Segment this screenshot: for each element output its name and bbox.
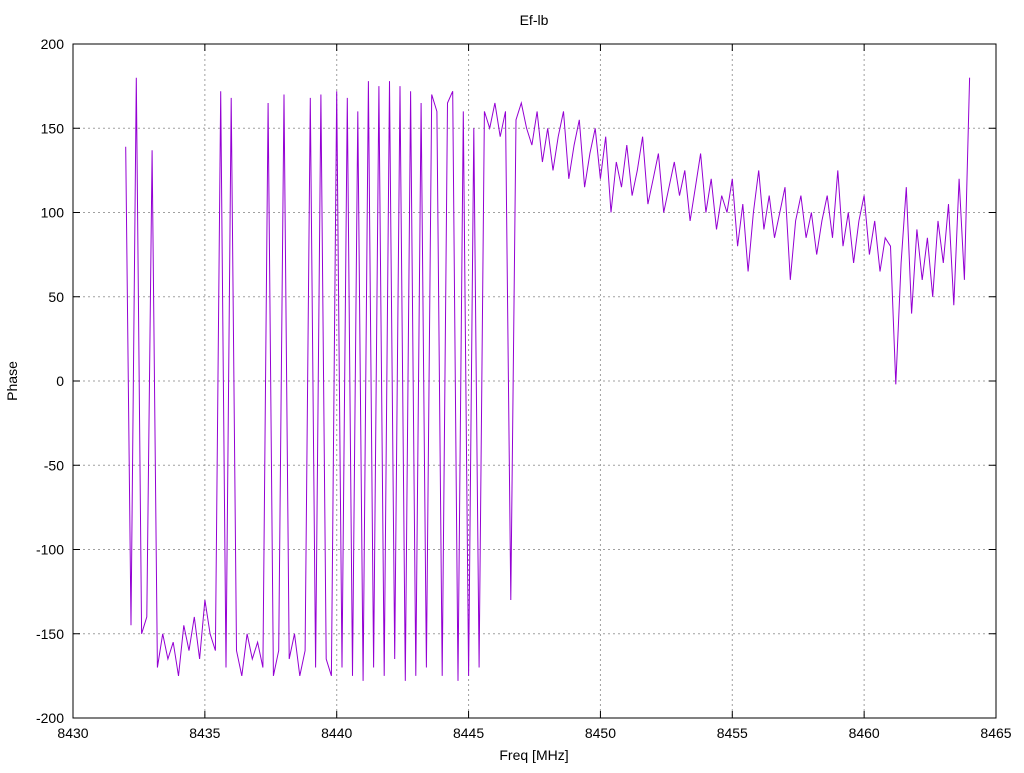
x-tick-labels: 8430 8435 8440 8445 8450 8455 8460 8465	[57, 725, 1011, 741]
y-axis-label: Phase	[4, 361, 20, 401]
y-tick-label: 100	[41, 205, 65, 221]
x-tick-label: 8435	[189, 725, 220, 741]
x-axis-label: Freq [MHz]	[499, 747, 568, 763]
y-tick-label: -150	[36, 626, 64, 642]
x-tick-label: 8465	[980, 725, 1011, 741]
y-tick-label: 0	[56, 373, 64, 389]
y-tick-label: 200	[41, 36, 65, 52]
x-tick-label: 8430	[57, 725, 88, 741]
phase-line	[125, 77, 971, 681]
x-tick-label: 8455	[717, 725, 748, 741]
y-tick-label: 150	[41, 120, 65, 136]
chart-title: Ef-lb	[520, 12, 549, 28]
y-tick-label: 50	[48, 289, 64, 305]
y-tick-label: -100	[36, 542, 64, 558]
y-tick-label: -50	[44, 457, 64, 473]
phase-chart: Ef-lb Freq [MHz] Phase 8430 8435 8440 8445 8…	[4, 12, 1012, 763]
x-tick-label: 8450	[585, 725, 616, 741]
x-tick-label: 8460	[849, 725, 880, 741]
y-tick-label: -200	[36, 710, 64, 726]
x-tick-label: 8440	[321, 725, 352, 741]
y-tick-labels: 200 150 100 50 0 -50 -100 -150 -200	[36, 36, 64, 726]
grid-lines	[73, 44, 996, 718]
series-phase	[125, 77, 971, 681]
x-tick-label: 8445	[453, 725, 484, 741]
